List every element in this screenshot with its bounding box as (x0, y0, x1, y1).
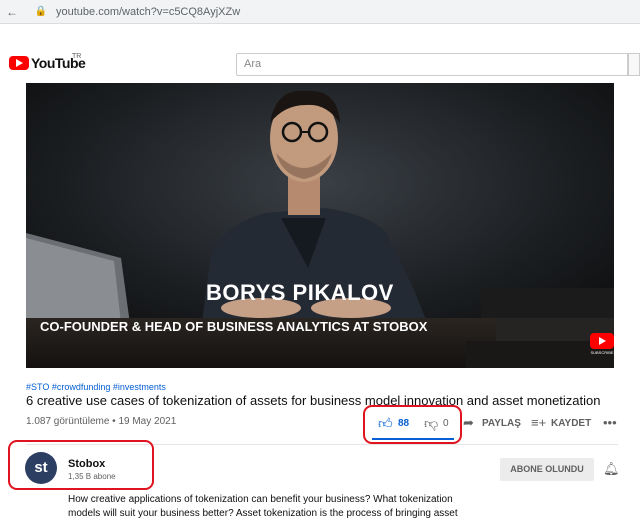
search-button[interactable] (628, 53, 640, 76)
save-button[interactable]: KAYDET (551, 418, 591, 430)
description-line: How creative applications of tokenizatio… (68, 494, 453, 505)
description-line: models will suit your business better? A… (68, 508, 458, 519)
region-label: TR (72, 53, 82, 60)
view-count-date: 1.087 görüntüleme • 19 May 2021 (26, 416, 177, 427)
more-options-icon[interactable]: ••• (603, 416, 617, 430)
share-button[interactable]: PAYLAŞ (482, 418, 521, 430)
subscribed-button[interactable]: ABONE OLUNDU (500, 458, 594, 481)
search-placeholder[interactable]: Ara (244, 58, 261, 71)
highlight-likes-annotation (363, 405, 462, 444)
video-player[interactable]: BORYS PIKALOV CO-FOUNDER & HEAD OF BUSIN… (26, 83, 614, 368)
search-input[interactable] (236, 53, 628, 76)
video-title: 6 creative use cases of tokenization of … (26, 393, 601, 408)
lock-icon[interactable]: 🔒 (34, 5, 48, 19)
hashtags[interactable]: #STO #crowdfunding #investments (26, 381, 166, 393)
share-icon[interactable]: ➦ (463, 416, 474, 430)
video-overlay-role: CO-FOUNDER & HEAD OF BUSINESS ANALYTICS … (40, 319, 428, 334)
subscribe-watermark[interactable]: SUBSCRIBE (590, 333, 614, 359)
video-overlay-name: BORYS PIKALOV (206, 280, 394, 305)
back-arrow-icon[interactable]: ← (6, 5, 18, 19)
url-text[interactable]: youtube.com/watch?v=c5CQ8AyjXZw (56, 5, 240, 19)
subscribe-watermark-text: SUBSCRIBE (590, 350, 614, 355)
highlight-channel-annotation (8, 440, 154, 490)
video-description: How creative applications of tokenizatio… (68, 493, 468, 521)
notification-bell-icon[interactable]: 🔔︎ (603, 461, 620, 477)
youtube-play-icon (16, 59, 23, 67)
playlist-add-icon[interactable]: ≡+ (531, 416, 546, 430)
subscribe-watermark-icon (590, 333, 614, 349)
